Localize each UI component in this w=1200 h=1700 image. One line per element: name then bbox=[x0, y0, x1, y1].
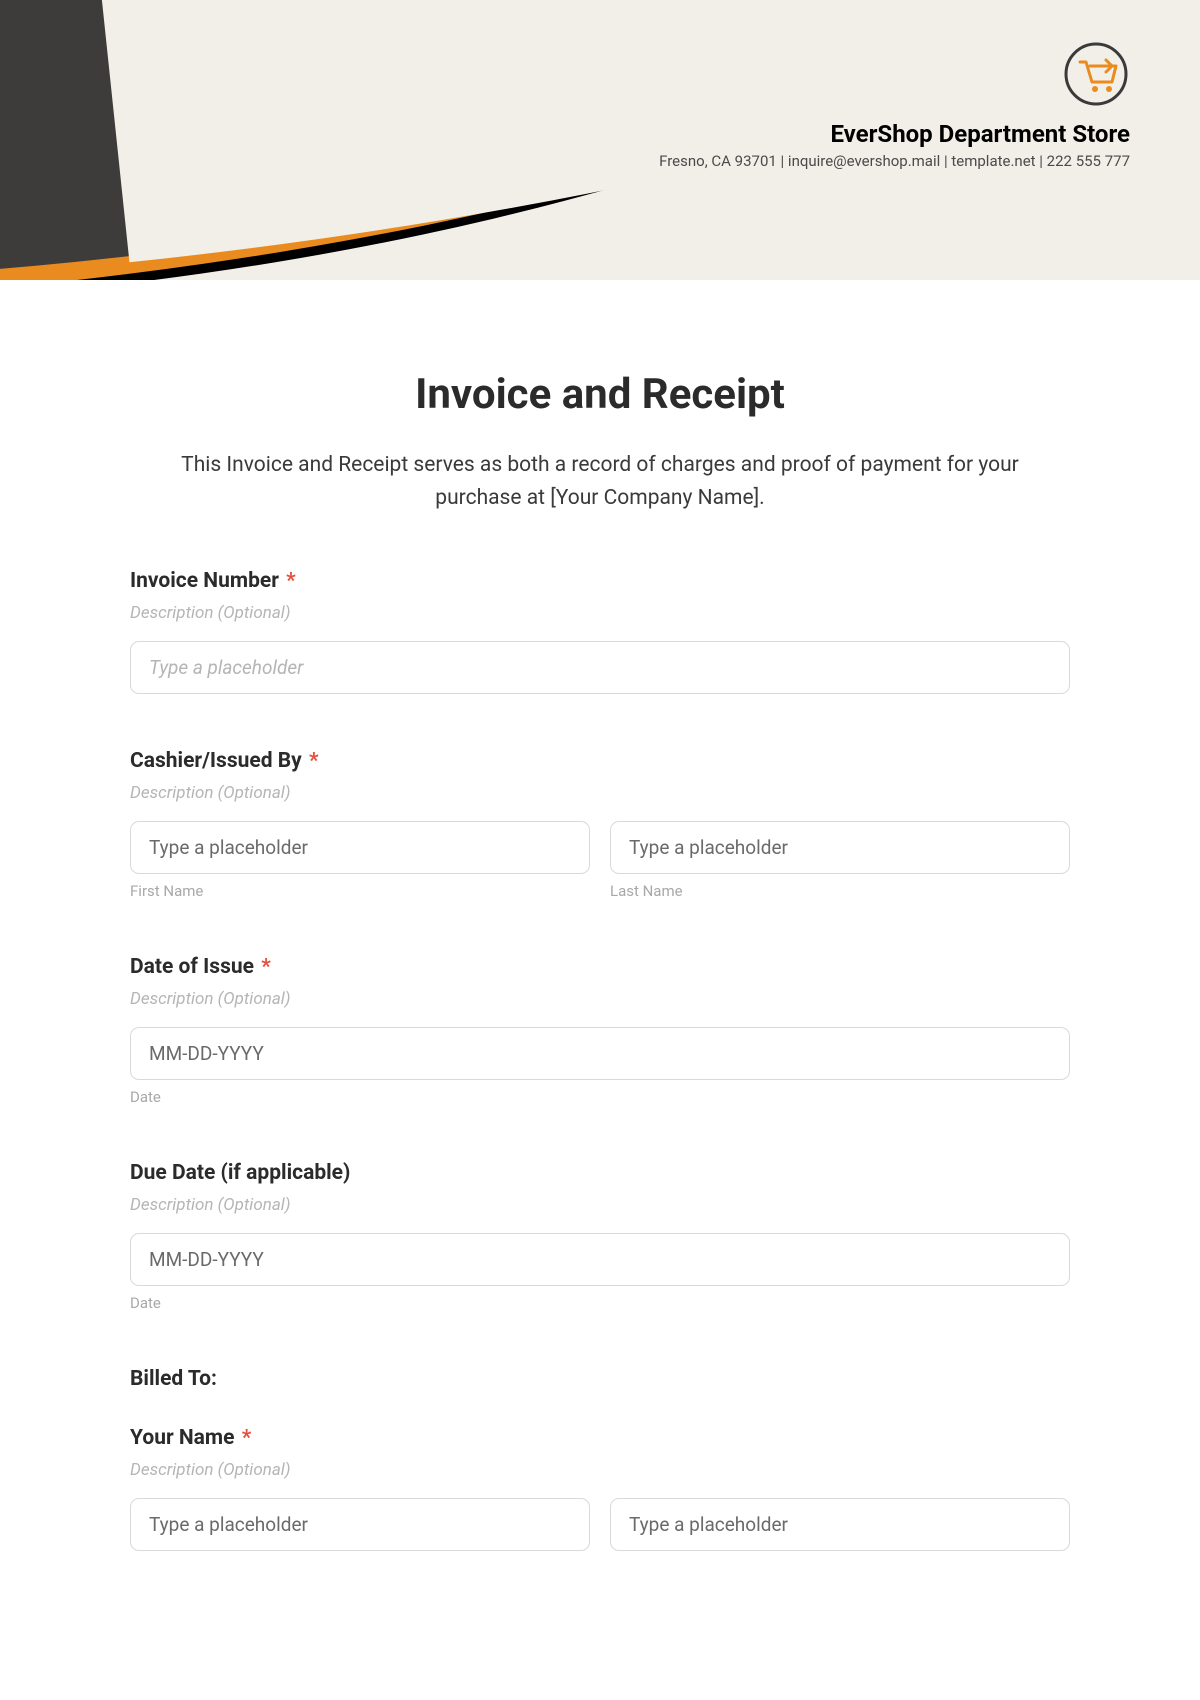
header-info: EverShop Department Store Fresno, CA 937… bbox=[659, 40, 1130, 170]
label-text: Cashier/Issued By bbox=[130, 749, 302, 773]
cashier-name-row: First Name Last Name bbox=[130, 821, 1070, 900]
your-name-label: Your Name * bbox=[130, 1426, 1070, 1450]
date-of-issue-desc: Description (Optional) bbox=[130, 989, 1070, 1009]
company-contact: Fresno, CA 93701 | inquire@evershop.mail… bbox=[659, 152, 1130, 170]
date-of-issue-label: Date of Issue * bbox=[130, 955, 1070, 979]
cart-icon bbox=[1062, 40, 1130, 112]
required-star: * bbox=[309, 749, 319, 773]
your-name-row bbox=[130, 1498, 1070, 1551]
cashier-desc: Description (Optional) bbox=[130, 783, 1070, 803]
your-first-name-input[interactable] bbox=[130, 1498, 590, 1551]
page-description: This Invoice and Receipt serves as both … bbox=[130, 449, 1070, 514]
required-star: * bbox=[242, 1426, 252, 1450]
date-of-issue-input[interactable] bbox=[130, 1027, 1070, 1080]
cashier-last-name-input[interactable] bbox=[610, 821, 1070, 874]
date-of-issue-group: Date of Issue * Description (Optional) D… bbox=[130, 955, 1070, 1106]
your-last-name-input[interactable] bbox=[610, 1498, 1070, 1551]
due-date-input[interactable] bbox=[130, 1233, 1070, 1286]
your-name-desc: Description (Optional) bbox=[130, 1460, 1070, 1480]
invoice-number-desc: Description (Optional) bbox=[130, 603, 1070, 623]
cashier-label: Cashier/Issued By * bbox=[130, 749, 1070, 773]
label-text: Invoice Number bbox=[130, 569, 279, 593]
last-name-sublabel: Last Name bbox=[610, 882, 1070, 900]
due-date-sublabel: Date bbox=[130, 1294, 1070, 1312]
form-content: Invoice and Receipt This Invoice and Rec… bbox=[0, 280, 1200, 1581]
first-name-sublabel: First Name bbox=[130, 882, 590, 900]
date-of-issue-sublabel: Date bbox=[130, 1088, 1070, 1106]
label-text: Date of Issue bbox=[130, 955, 254, 979]
invoice-number-group: Invoice Number * Description (Optional) bbox=[130, 569, 1070, 694]
required-star: * bbox=[261, 955, 271, 979]
cashier-first-name-input[interactable] bbox=[130, 821, 590, 874]
due-date-group: Due Date (if applicable) Description (Op… bbox=[130, 1161, 1070, 1312]
label-text: Your Name bbox=[130, 1426, 234, 1450]
company-name: EverShop Department Store bbox=[659, 120, 1130, 148]
your-name-group: Your Name * Description (Optional) bbox=[130, 1426, 1070, 1551]
due-date-label: Due Date (if applicable) bbox=[130, 1161, 1070, 1185]
cashier-group: Cashier/Issued By * Description (Optiona… bbox=[130, 749, 1070, 900]
due-date-desc: Description (Optional) bbox=[130, 1195, 1070, 1215]
invoice-number-label: Invoice Number * bbox=[130, 569, 1070, 593]
header-banner: EverShop Department Store Fresno, CA 937… bbox=[0, 0, 1200, 280]
required-star: * bbox=[286, 569, 296, 593]
invoice-number-input[interactable] bbox=[130, 641, 1070, 694]
billed-to-header: Billed To: bbox=[130, 1367, 1070, 1391]
label-text: Due Date (if applicable) bbox=[130, 1161, 350, 1185]
page-title: Invoice and Receipt bbox=[130, 370, 1070, 419]
